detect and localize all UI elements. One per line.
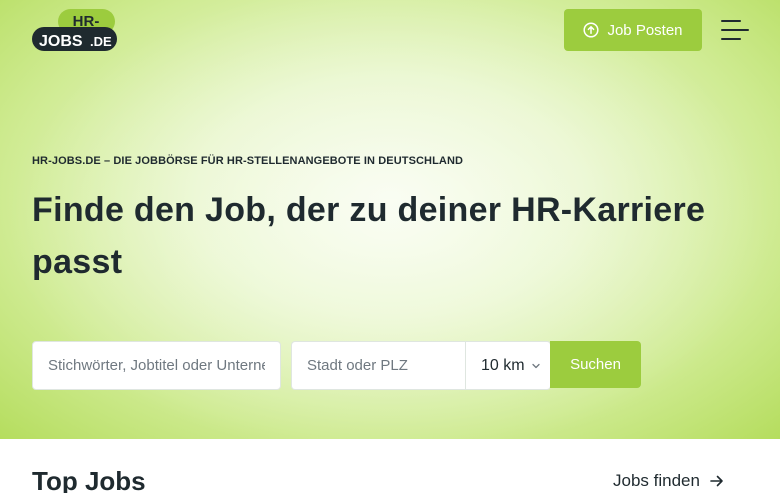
hero-section: HR- JOBS .DE Job Posten HR-JOBS.DE – DIE… [0, 0, 780, 439]
arrow-up-circle-icon [583, 22, 600, 38]
chevron-down-icon [532, 363, 540, 369]
find-jobs-link[interactable]: Jobs finden [613, 471, 724, 491]
find-jobs-label: Jobs finden [613, 471, 700, 490]
top-jobs-title: Top Jobs [32, 466, 146, 493]
location-input[interactable] [291, 341, 466, 390]
radius-value: 10 km [481, 356, 525, 374]
site-logo[interactable]: HR- JOBS .DE [32, 9, 117, 51]
search-button[interactable]: Suchen [550, 341, 641, 388]
page-title: Finde den Job, der zu deiner HR-Karriere… [32, 191, 706, 281]
logo-bottom-text: JOBS [39, 33, 83, 50]
radius-select[interactable]: 10 km [465, 341, 551, 390]
logo-suffix-text: .DE [90, 34, 112, 49]
keyword-input[interactable] [32, 341, 281, 390]
hero-kicker: HR-JOBS.DE – DIE JOBBÖRSE FÜR HR-STELLEN… [32, 155, 464, 167]
arrow-right-icon [710, 474, 724, 488]
post-job-label: Job Posten [607, 21, 683, 39]
post-job-button[interactable]: Job Posten [564, 9, 702, 51]
logo-top-text: HR- [73, 13, 100, 30]
menu-icon[interactable] [721, 18, 749, 42]
